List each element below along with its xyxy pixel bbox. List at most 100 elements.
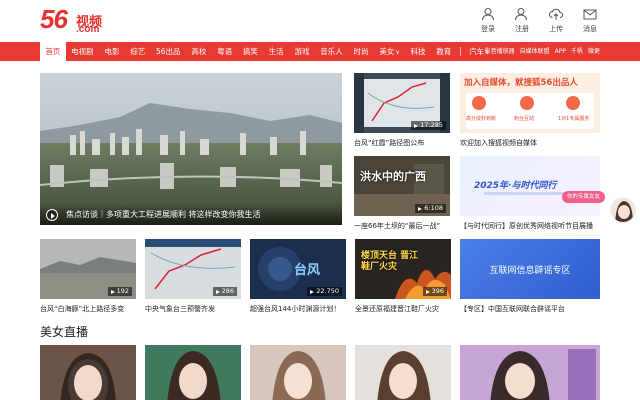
nav-variety[interactable]: 综艺	[125, 42, 151, 61]
nav-campus[interactable]: 高校	[186, 42, 212, 61]
main-nav: 首页 电视剧 电影 综艺 56出品 高校 粤语 搞笑 生活 游戏 音乐人 时尚 …	[0, 42, 640, 61]
banner-item: 高分成秒到账	[466, 116, 497, 122]
companion-avatar[interactable]	[610, 197, 636, 223]
nav-home[interactable]: 首页	[40, 42, 66, 61]
live-card[interactable]	[355, 345, 451, 400]
duration-badge: 6:108	[415, 204, 446, 213]
video-thumbnail: 2025年·与时代同行	[460, 156, 600, 216]
nav-movie[interactable]: 电影	[99, 42, 125, 61]
live-thumbnail	[460, 345, 600, 400]
hero-caption-bar: 焦点访谈｜多项重大工程进展顺利 将这样改变你我生活	[40, 203, 342, 225]
fans-icon	[520, 96, 534, 110]
hero-video[interactable]: 焦点访谈｜多项重大工程进展顺利 将这样改变你我生活	[40, 73, 342, 225]
thumbnail-overlay-text: 2025年·与时代同行	[474, 181, 557, 191]
register-button[interactable]: 注册	[510, 7, 534, 34]
video-card[interactable]: 192 台风“白海豚”北上路径多变	[40, 239, 136, 315]
nav-tv[interactable]: 电视剧	[66, 42, 99, 61]
banner-caption[interactable]: 欢迎加入搜狐视频自媒体	[460, 138, 600, 148]
upload-label: 上传	[549, 25, 563, 33]
video-caption[interactable]: 全景还原福建晋江鞋厂火灾	[355, 304, 451, 314]
self-media-banner[interactable]: 加入自媒体，就搜狐56出品人 高分成秒到账 粉丝互动 1对1专属服务 欢迎加入搜…	[460, 73, 600, 149]
video-card[interactable]: 17:285 台风“红霞”路径图公布	[354, 73, 450, 149]
chevron-down-icon: ∨	[395, 49, 400, 56]
companion-bubble[interactable]: 你的专属女友	[562, 191, 606, 203]
duration-badge: 17:285	[411, 121, 446, 130]
banner-caption[interactable]: 【专区】中国互联网联合辟谣平台	[460, 304, 600, 314]
live-thumbnail	[355, 345, 451, 400]
duration-text: 396	[431, 287, 444, 295]
site-logo[interactable]: 56 视频 .com	[40, 4, 130, 38]
rumor-zone-banner[interactable]: 互联网信息辟谣专区 【专区】中国互联网联合辟谣平台	[460, 239, 600, 315]
revenue-icon	[472, 96, 486, 110]
mail-icon	[583, 9, 597, 20]
video-caption[interactable]: 中央气象台三预警齐发	[145, 304, 241, 314]
play-icon	[425, 289, 430, 294]
live-thumbnail	[250, 345, 346, 400]
register-label: 注册	[515, 25, 529, 33]
nav-player[interactable]: 影音播放器	[485, 42, 515, 61]
live-card[interactable]	[460, 345, 600, 400]
video-caption[interactable]: 一座66年土坝的“最后一战”	[354, 221, 450, 231]
duration-text: 192	[116, 287, 129, 295]
nav-app[interactable]: APP	[555, 42, 566, 61]
video-caption[interactable]: 台风“白海豚”北上路径多变	[40, 304, 136, 314]
site-header: 56 视频 .com 登录 注册 上传 消息	[0, 0, 640, 42]
banner-panel: 高分成秒到账 粉丝互动 1对1专属服务	[466, 93, 594, 129]
video-caption[interactable]: 【与时代同行】原创优秀网络视听节目展播	[460, 221, 600, 231]
nav-beauty-label: 美女	[379, 47, 395, 56]
nav-weigeng[interactable]: 微更	[588, 42, 600, 61]
banner-image: 互联网信息辟谣专区	[460, 239, 600, 299]
nav-auto-label: 汽车	[469, 47, 485, 56]
logo-number: 56	[40, 4, 68, 34]
nav-musician[interactable]: 音乐人	[315, 42, 348, 61]
play-icon	[414, 123, 419, 128]
user-icon	[482, 8, 494, 21]
nav-fashion[interactable]: 时尚	[348, 42, 374, 61]
duration-text: 286	[221, 287, 234, 295]
nav-education[interactable]: 教育	[431, 42, 457, 61]
banner-title: 互联网信息辟谣专区	[489, 266, 571, 276]
logo-domain: .com	[76, 24, 100, 35]
play-icon	[310, 289, 315, 294]
duration-badge: 396	[422, 287, 447, 296]
play-icon	[418, 206, 423, 211]
thumbnail-overlay-text: 楼顶天台 晋江鞋厂火灾	[361, 251, 419, 272]
live-card[interactable]	[250, 345, 346, 400]
decorative-bar	[484, 192, 574, 195]
thumbnail-overlay-text: 台风	[294, 263, 321, 278]
nav-56-original[interactable]: 56出品	[151, 42, 186, 61]
avatar-image	[611, 198, 635, 222]
nav-funny[interactable]: 搞笑	[238, 42, 264, 61]
duration-text: 22.750	[316, 287, 339, 295]
messages-button[interactable]: 消息	[578, 7, 602, 34]
nav-cantonese[interactable]: 粤语	[212, 42, 238, 61]
nav-tech[interactable]: 科技	[405, 42, 431, 61]
nav-media-alliance[interactable]: 自媒体联盟	[520, 42, 550, 61]
video-card[interactable]: 台风 22.750 超强台风144小时渊源计划！	[250, 239, 346, 315]
live-thumbnail	[145, 345, 241, 400]
banner-image: 加入自媒体，就搜狐56出品人 高分成秒到账 粉丝互动 1对1专属服务	[460, 73, 600, 133]
video-caption[interactable]: 超强台风144小时渊源计划！	[250, 304, 346, 314]
play-icon	[46, 209, 58, 221]
video-card[interactable]: 286 中央气象台三预警齐发	[145, 239, 241, 315]
duration-text: 6:108	[424, 204, 443, 212]
nav-divider	[459, 47, 461, 56]
video-card[interactable]: 楼顶天台 晋江鞋厂火灾 396 全景还原福建晋江鞋厂火灾	[355, 239, 451, 315]
login-button[interactable]: 登录	[476, 7, 500, 34]
nav-games[interactable]: 游戏	[289, 42, 315, 61]
video-card[interactable]: 洪水中的广西 6:108 一座66年土坝的“最后一战”	[354, 156, 450, 232]
upload-button[interactable]: 上传	[544, 7, 568, 34]
banner-title: 加入自媒体，就搜狐56出品人	[464, 78, 578, 88]
duration-text: 17:285	[420, 121, 443, 129]
banner-item: 1对1专属服务	[558, 116, 590, 122]
thumbnail-overlay-text: 洪水中的广西	[360, 170, 426, 183]
nav-life[interactable]: 生活	[263, 42, 289, 61]
section-title: 美女直播	[40, 325, 89, 339]
nav-qianfan[interactable]: 千帆	[571, 42, 583, 61]
banner-item: 粉丝互动	[514, 116, 535, 122]
duration-badge: 192	[107, 287, 132, 296]
live-card[interactable]	[40, 345, 136, 400]
nav-beauty[interactable]: 美女∨	[374, 42, 405, 61]
video-caption[interactable]: 台风“红霞”路径图公布	[354, 138, 450, 148]
live-card[interactable]	[145, 345, 241, 400]
